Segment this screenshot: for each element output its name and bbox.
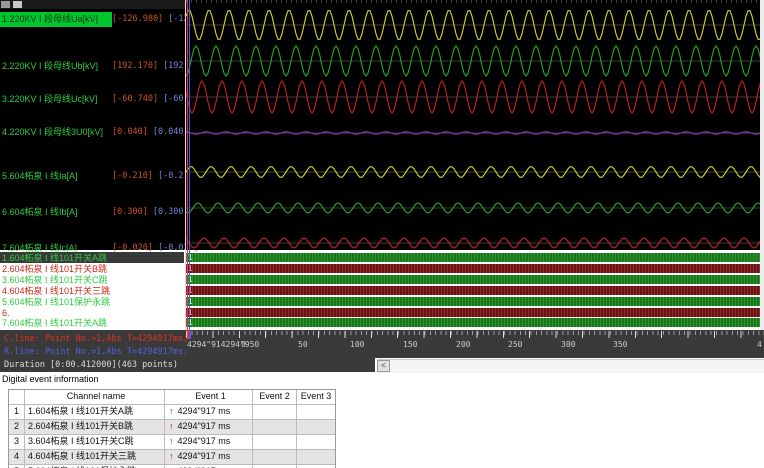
rising-edge-arrow-icon: ↑ <box>169 406 174 416</box>
digital-channel-label[interactable]: 5.604柘泉 I 线101保护永跳 <box>2 297 186 307</box>
analog-channel-label[interactable]: 2.220KV I 段母线Ub[kV] <box>2 59 98 73</box>
event1-time: 4294"917 ms <box>177 436 231 446</box>
c-cursor-value: [-0.210] <box>112 171 153 181</box>
ruler-major-ticks <box>186 331 764 338</box>
event1-cell: ↑4294"917 ms <box>165 420 253 434</box>
digital-channel-label[interactable]: 6. <box>2 308 186 318</box>
waveform-viewer-window: 1.220KV I 段母线Ua[kV][-126.980][-126.980]2… <box>0 0 764 468</box>
channel-cursor-values: [0.040] [0.040] <box>112 125 189 139</box>
rising-edge-arrow-icon: ↑ <box>169 451 174 461</box>
event-table-row[interactable]: 4 4.604柘泉 I 线101开关三跳 ↑ 4294"917 ms <box>9 450 335 465</box>
digital-trace-bar[interactable]: 1 <box>186 308 760 317</box>
time-ruler[interactable]: 4294"914294"950 0 50 100 150 200 250 300 350 4 <box>186 330 764 358</box>
channel-name-cell: 3.604柘泉 I 线101开关C跳 <box>25 435 165 449</box>
event3-cell <box>297 420 335 434</box>
ruler-time-label: 100 <box>350 340 365 349</box>
event1-time: 4294"917 ms <box>177 406 231 416</box>
event2-cell <box>253 405 297 419</box>
digital-trace-bar[interactable]: 1 <box>186 297 760 306</box>
rising-edge-arrow-icon: ↑ <box>169 436 174 446</box>
digital-event-section-title: Digital event information <box>2 374 99 384</box>
analog-channel-label[interactable]: 3.220KV I 段母线Uc[kV] <box>2 92 98 106</box>
plot-right-edge <box>760 0 764 330</box>
row-number-header <box>9 390 25 404</box>
digital-trace-bar[interactable]: 1 <box>186 253 760 262</box>
digital-channel-label[interactable]: 7.604柘泉 I 线101开关A跳 <box>2 318 186 328</box>
row-number-cell: 2 <box>9 420 25 434</box>
event-table-row[interactable]: 2 2.604柘泉 I 线101开关B跳 ↑ 4294"917 ms <box>9 420 335 435</box>
analog-channel-label[interactable]: 1.220KV I 段母线Ua[kV] <box>2 12 98 26</box>
event3-header: Event 3 <box>300 391 332 401</box>
mini-toolbar <box>0 0 186 9</box>
row-number-cell: 4 <box>9 450 25 464</box>
event-table-row[interactable]: 3 3.604柘泉 I 线101开关C跳 ↑ 4294"917 ms <box>9 435 335 450</box>
event2-cell <box>253 420 297 434</box>
event3-cell <box>297 450 335 464</box>
digital-trace-bar[interactable]: 1 <box>186 264 760 273</box>
c-cursor-value: [-126.980] <box>112 14 164 24</box>
digital-channel-label[interactable]: 2.604柘泉 I 线101开关B跳 <box>2 264 186 274</box>
ruler-time-label: 300 <box>561 340 576 349</box>
plot-top-ruler <box>186 0 764 3</box>
event1-time: 4294"917 ms <box>177 451 231 461</box>
r-cursor-value: [0.040] <box>152 127 189 137</box>
status-duration: Duration [0:00.412000](463 points) <box>4 360 178 370</box>
horizontal-scrollbar[interactable]: < <box>377 359 764 373</box>
event1-time: 4294"917 ms <box>177 421 231 431</box>
row-number-cell: 1 <box>9 405 25 419</box>
c-cursor-value: [0.040] <box>112 127 148 137</box>
c-cursor-value: [-60.740] <box>112 94 159 104</box>
scroll-left-button[interactable]: < <box>377 360 390 372</box>
digital-trace-bar[interactable]: 1 <box>186 318 760 327</box>
panel-divider <box>185 0 186 330</box>
c-cursor-value: [0.300] <box>112 207 148 217</box>
analog-channel-label[interactable]: 4.220KV I 段母线3U0[kV] <box>2 125 103 139</box>
event-table: Channel name Event 1 Event 2 Event 3 1 1.… <box>8 389 336 468</box>
digital-trace-bar[interactable]: 1 <box>186 275 760 284</box>
channel-name-cell: 1.604柘泉 I 线101开关A跳 <box>25 405 165 419</box>
event1-header: Event 1 <box>165 390 253 404</box>
event1-cell: ↑4294"917 ms <box>165 450 253 464</box>
channel-cursor-values: [0.300] [0.300] <box>112 205 189 219</box>
ruler-time-label: 200 <box>456 340 471 349</box>
rising-edge-arrow-icon: ↑ <box>169 421 174 431</box>
analog-channel-label[interactable]: 6.604柘泉 I 线Ib[A] <box>2 205 78 219</box>
analog-channel-label[interactable]: 5.604柘泉 I 线Ia[A] <box>2 169 78 183</box>
c-cursor-line[interactable] <box>187 0 188 330</box>
waveform-svg <box>185 10 764 249</box>
event3-cell <box>297 435 335 449</box>
event1-cell: ↑4294"917 ms <box>165 435 253 449</box>
c-cursor-value: [192.170] <box>112 61 159 71</box>
event2-cell <box>253 435 297 449</box>
waveform-plot-area[interactable] <box>185 0 764 250</box>
event-table-row[interactable]: 1 1.604柘泉 I 线101开关A跳 ↑ 4294"917 ms <box>9 405 335 420</box>
digital-channel-label[interactable]: 3.604柘泉 I 线101开关C跳 <box>2 275 186 285</box>
channel-name-cell: 2.604柘泉 I 线101开关B跳 <box>25 420 165 434</box>
digital-trace-bar[interactable]: 1 <box>186 286 760 295</box>
analog-channel-panel: 1.220KV I 段母线Ua[kV][-126.980][-126.980]2… <box>0 0 219 253</box>
r-cursor-handle[interactable] <box>189 330 191 339</box>
ruler-time-label: 4294"914294"950 <box>187 340 260 349</box>
ruler-time-label: 350 <box>613 340 628 349</box>
r-cursor-line[interactable] <box>189 0 190 330</box>
channel-name-cell: 4.604柘泉 I 线101开关三跳 <box>25 450 165 464</box>
ruler-time-label: 250 <box>508 340 523 349</box>
event1-cell: ↑4294"917 ms <box>165 405 253 419</box>
event-table-header: Channel name Event 1 Event 2 Event 3 <box>9 390 335 405</box>
event2-cell <box>253 450 297 464</box>
event2-header: Event 2 <box>253 390 297 404</box>
ruler-time-label: 0 <box>241 340 246 349</box>
r-cursor-value: [0.300] <box>152 207 189 217</box>
ruler-time-label: 4 <box>757 340 762 349</box>
toolbar-icon[interactable] <box>1 1 10 8</box>
toolbar-icon[interactable] <box>13 1 22 8</box>
ruler-time-label: 50 <box>298 340 308 349</box>
digital-channel-label[interactable]: 4.604柘泉 I 线101开关三跳 <box>2 286 186 296</box>
event3-cell <box>297 405 335 419</box>
row-number-cell: 3 <box>9 435 25 449</box>
ruler-time-label: 150 <box>403 340 418 349</box>
channel-name-header: Channel name <box>25 390 165 404</box>
digital-channel-label[interactable]: 1.604柘泉 I 线101开关A跳 <box>2 253 186 263</box>
